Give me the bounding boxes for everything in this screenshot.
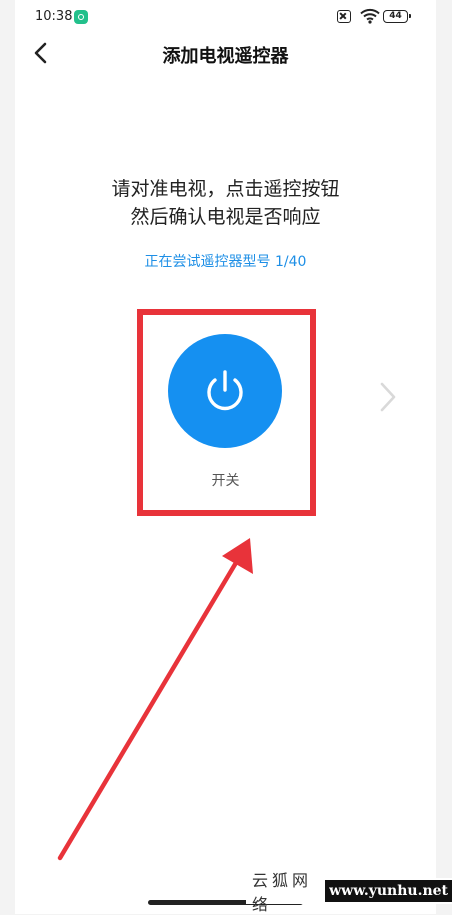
watermark: 云狐网络 www.yunhu.net bbox=[246, 871, 452, 914]
model-trying-status: 正在尝试遥控器型号 1/40 bbox=[144, 254, 307, 270]
next-model-button[interactable] bbox=[377, 380, 399, 414]
battery-indicator: 44 bbox=[383, 10, 411, 23]
wifi-icon bbox=[360, 8, 380, 24]
watermark-site-name: 云狐网络 bbox=[252, 871, 313, 914]
annotation-highlight-box bbox=[137, 309, 316, 516]
watermark-url: www.yunhu.net bbox=[325, 880, 452, 902]
app-notification-icon bbox=[74, 10, 88, 24]
instruction-text: 请对准电视，点击遥控按钮 然后确认电视是否响应 bbox=[15, 175, 436, 231]
status-bar: 10:38 44 bbox=[15, 0, 436, 34]
instruction-line-1: 请对准电视，点击遥控按钮 bbox=[111, 178, 340, 200]
no-sim-icon bbox=[337, 10, 351, 23]
screen: 10:38 44 添加电视遥控器 请对准电视，点击遥控按钮 然后确认电视是否响应… bbox=[15, 0, 436, 914]
page-title: 添加电视遥控器 bbox=[162, 46, 289, 67]
instruction-line-2: 然后确认电视是否响应 bbox=[130, 206, 321, 228]
status-time: 10:38 bbox=[35, 9, 73, 24]
